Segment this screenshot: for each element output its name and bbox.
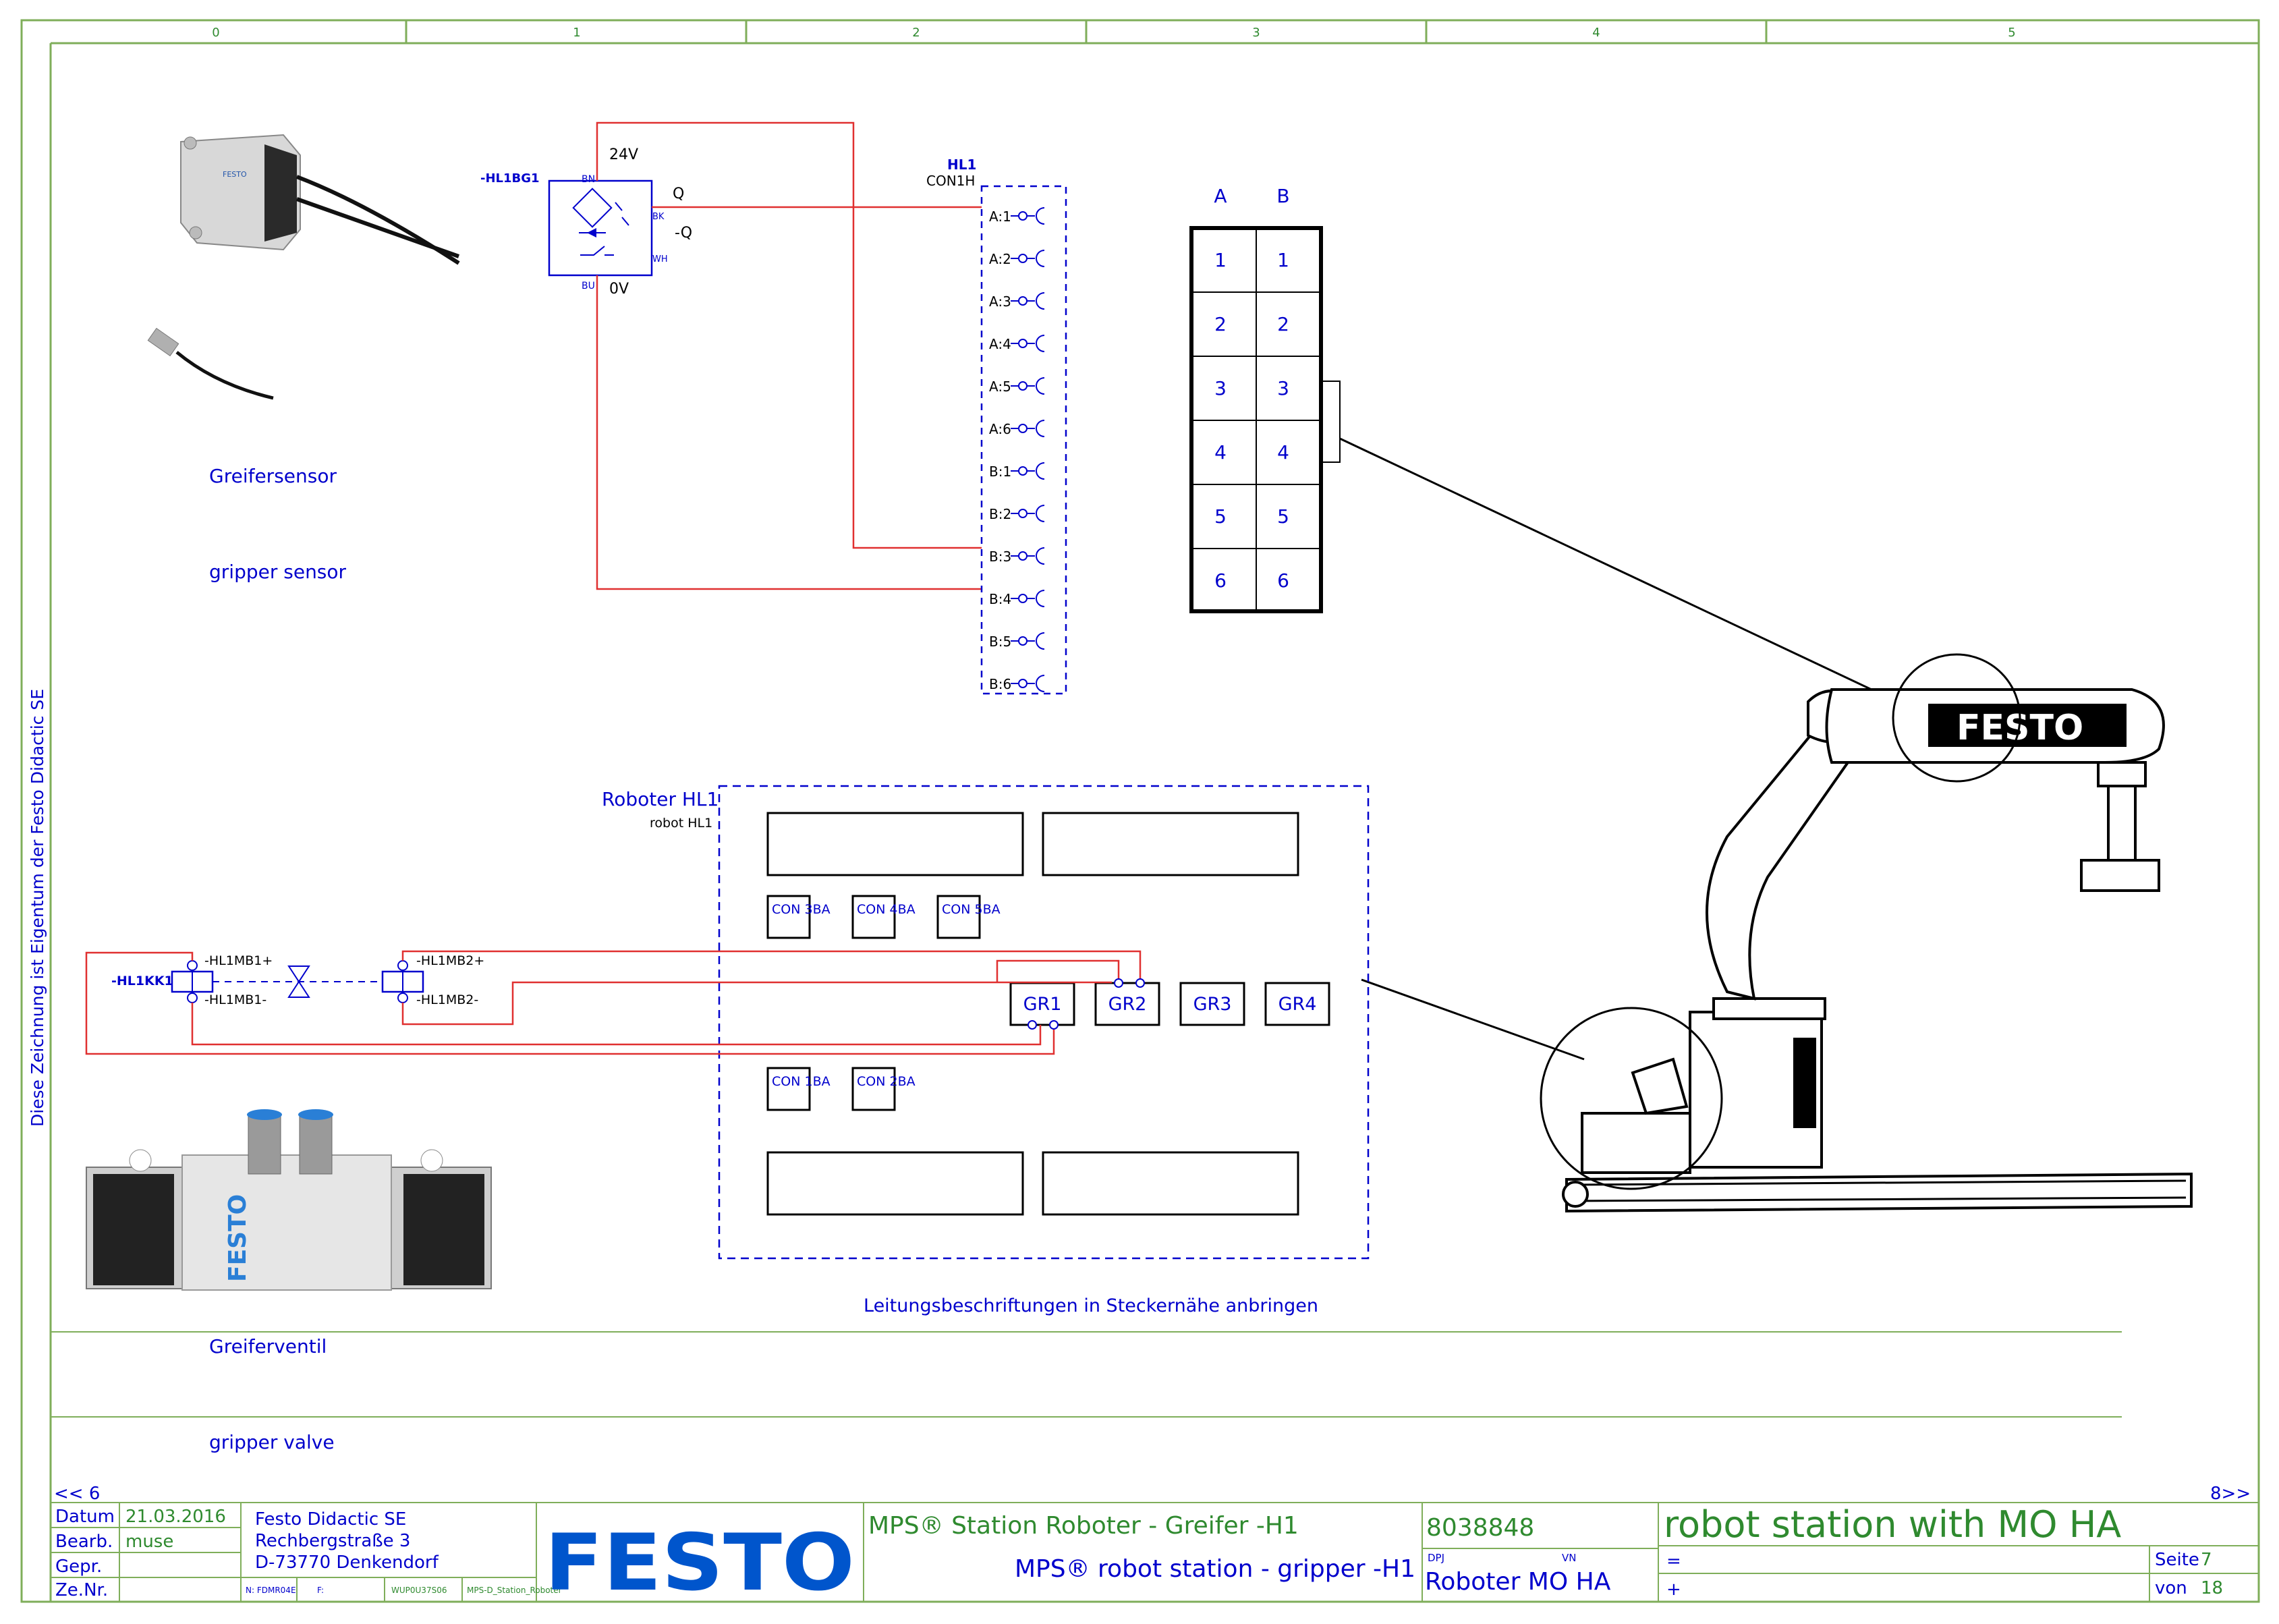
seite-value: 7 bbox=[2201, 1550, 2212, 1570]
company-city: D-73770 Denkendorf bbox=[255, 1552, 439, 1573]
sensor-wh: WH bbox=[652, 254, 668, 264]
pin-label: B:2 bbox=[989, 506, 1011, 522]
festo-logo: FESTO bbox=[544, 1517, 855, 1608]
ruler-col-3: 3 bbox=[1252, 26, 1260, 40]
valve-mb2-plus: -HL1MB2+ bbox=[416, 953, 484, 968]
robot-subtitle: robot HL1 bbox=[650, 816, 712, 831]
pin-label: A:4 bbox=[989, 336, 1011, 352]
caption-sensor-en: gripper sensor bbox=[209, 561, 347, 583]
sensor-q: Q bbox=[673, 186, 684, 202]
von-label: von bbox=[2155, 1578, 2187, 1598]
von-value: 18 bbox=[2201, 1578, 2223, 1598]
valve-mb1-minus: -HL1MB1- bbox=[204, 992, 266, 1007]
con-5ba: CON 5BA bbox=[942, 902, 1001, 917]
unit-name: Roboter MO HA bbox=[1425, 1568, 1611, 1596]
sensor-nq: -Q bbox=[675, 225, 692, 242]
schematic-sheet: 0 1 2 3 4 5 Diese Zeichnung ist Eigentum… bbox=[0, 0, 2279, 1621]
ruler-col-0: 0 bbox=[212, 26, 219, 40]
ruler-col-5: 5 bbox=[2008, 26, 2015, 40]
vn-label: VN bbox=[1562, 1552, 1576, 1564]
con-3ba: CON 3BA bbox=[772, 902, 831, 917]
company-name: Festo Didactic SE bbox=[255, 1509, 406, 1530]
valve-festo-logo: FESTO bbox=[224, 1194, 252, 1282]
pin-cell-a: 2 bbox=[1214, 313, 1227, 335]
bearb-value: muse bbox=[125, 1532, 173, 1552]
title-english: MPS® robot station - gripper -H1 bbox=[1015, 1555, 1415, 1583]
connector-name: CON1H bbox=[926, 173, 975, 189]
pin-cell-a: 4 bbox=[1214, 441, 1227, 464]
caption-valve-en: gripper valve bbox=[209, 1431, 335, 1453]
gr1-label: GR1 bbox=[1023, 994, 1062, 1015]
pin-cell-b: 5 bbox=[1277, 505, 1289, 528]
next-page-link[interactable]: 8>> bbox=[2210, 1484, 2251, 1504]
wiring-note: Leitungsbeschriftungen in Steckernähe an… bbox=[864, 1295, 1318, 1316]
pin-col-a: A bbox=[1214, 185, 1227, 207]
eq-sign: = bbox=[1666, 1551, 1681, 1571]
pin-cell-a: 6 bbox=[1214, 569, 1227, 592]
con-4ba: CON 4BA bbox=[857, 902, 916, 917]
gr3-label: GR3 bbox=[1193, 994, 1232, 1015]
pin-cell-b: 3 bbox=[1277, 377, 1289, 399]
sensor-0v: 0V bbox=[609, 281, 629, 298]
con-1ba: CON 1BA bbox=[772, 1074, 831, 1089]
pin-label: A:1 bbox=[989, 208, 1011, 225]
document-number: 8038848 bbox=[1426, 1514, 1534, 1542]
sheet-heading: robot station with MO HA bbox=[1664, 1503, 2121, 1546]
gr2-label: GR2 bbox=[1108, 994, 1147, 1015]
valve-mb1-plus: -HL1MB1+ bbox=[204, 953, 273, 968]
seite-label: Seite bbox=[2155, 1550, 2199, 1570]
datum-value: 21.03.2016 bbox=[125, 1507, 226, 1527]
sensor-bk: BK bbox=[652, 212, 665, 222]
sensor-24v: 24V bbox=[609, 146, 638, 163]
pin-label: B:4 bbox=[989, 591, 1011, 607]
datum-label: Datum bbox=[55, 1507, 115, 1527]
dpj-label: DPJ bbox=[1428, 1552, 1444, 1564]
gepr-label: Gepr. bbox=[55, 1557, 102, 1577]
gr4-label: GR4 bbox=[1278, 994, 1317, 1015]
sensor-bn: BN bbox=[582, 174, 595, 185]
f-code: F: bbox=[317, 1586, 324, 1595]
pin-cell-b: 6 bbox=[1277, 569, 1289, 592]
pin-col-b: B bbox=[1276, 185, 1289, 207]
valve-mb2-minus: -HL1MB2- bbox=[416, 992, 478, 1007]
title-german: MPS® Station Roboter - Greifer -H1 bbox=[868, 1512, 1299, 1540]
pin-cell-a: 5 bbox=[1214, 505, 1227, 528]
caption-sensor-de: Greifersensor bbox=[209, 465, 337, 487]
ownership-note: Diese Zeichnung ist Eigentum der Festo D… bbox=[28, 689, 47, 1127]
caption-valve-de: Greiferventil bbox=[209, 1335, 327, 1357]
pin-cell-b: 2 bbox=[1277, 313, 1289, 335]
wup-code: WUP0U37S06 bbox=[391, 1586, 447, 1595]
pin-label: B:1 bbox=[989, 464, 1011, 480]
pin-cell-b: 1 bbox=[1277, 249, 1289, 271]
pin-cell-b: 4 bbox=[1277, 441, 1289, 464]
connector-tag: HL1 bbox=[947, 157, 976, 173]
pin-label: A:2 bbox=[989, 251, 1011, 267]
robot-title: Roboter HL1 bbox=[602, 788, 719, 810]
valve-tag: -HL1KK1 bbox=[111, 974, 173, 988]
ruler-col-4: 4 bbox=[1592, 26, 1600, 40]
pin-label: B:3 bbox=[989, 549, 1011, 565]
pin-label: B:6 bbox=[989, 676, 1011, 692]
pin-label: A:3 bbox=[989, 293, 1011, 310]
pin-label: A:6 bbox=[989, 421, 1011, 437]
prev-page-link[interactable]: << 6 bbox=[54, 1484, 100, 1504]
pin-label: B:5 bbox=[989, 634, 1011, 650]
pin-cell-a: 1 bbox=[1214, 249, 1227, 271]
svg-text:FESTO: FESTO bbox=[223, 170, 247, 179]
fdm-code: N: FDMR04E bbox=[246, 1586, 296, 1595]
con-2ba: CON 2BA bbox=[857, 1074, 916, 1089]
ruler-col-1: 1 bbox=[573, 26, 580, 40]
company-street: Rechbergstraße 3 bbox=[255, 1531, 410, 1551]
bearb-label: Bearb. bbox=[55, 1532, 113, 1552]
zenr-label: Ze.Nr. bbox=[55, 1580, 108, 1600]
sensor-tag: -HL1BG1 bbox=[480, 171, 540, 186]
sensor-bu: BU bbox=[582, 281, 595, 291]
pin-label: A:5 bbox=[989, 379, 1011, 395]
pin-cell-a: 3 bbox=[1214, 377, 1227, 399]
plus-sign: + bbox=[1666, 1579, 1681, 1600]
ruler-col-2: 2 bbox=[912, 26, 920, 40]
